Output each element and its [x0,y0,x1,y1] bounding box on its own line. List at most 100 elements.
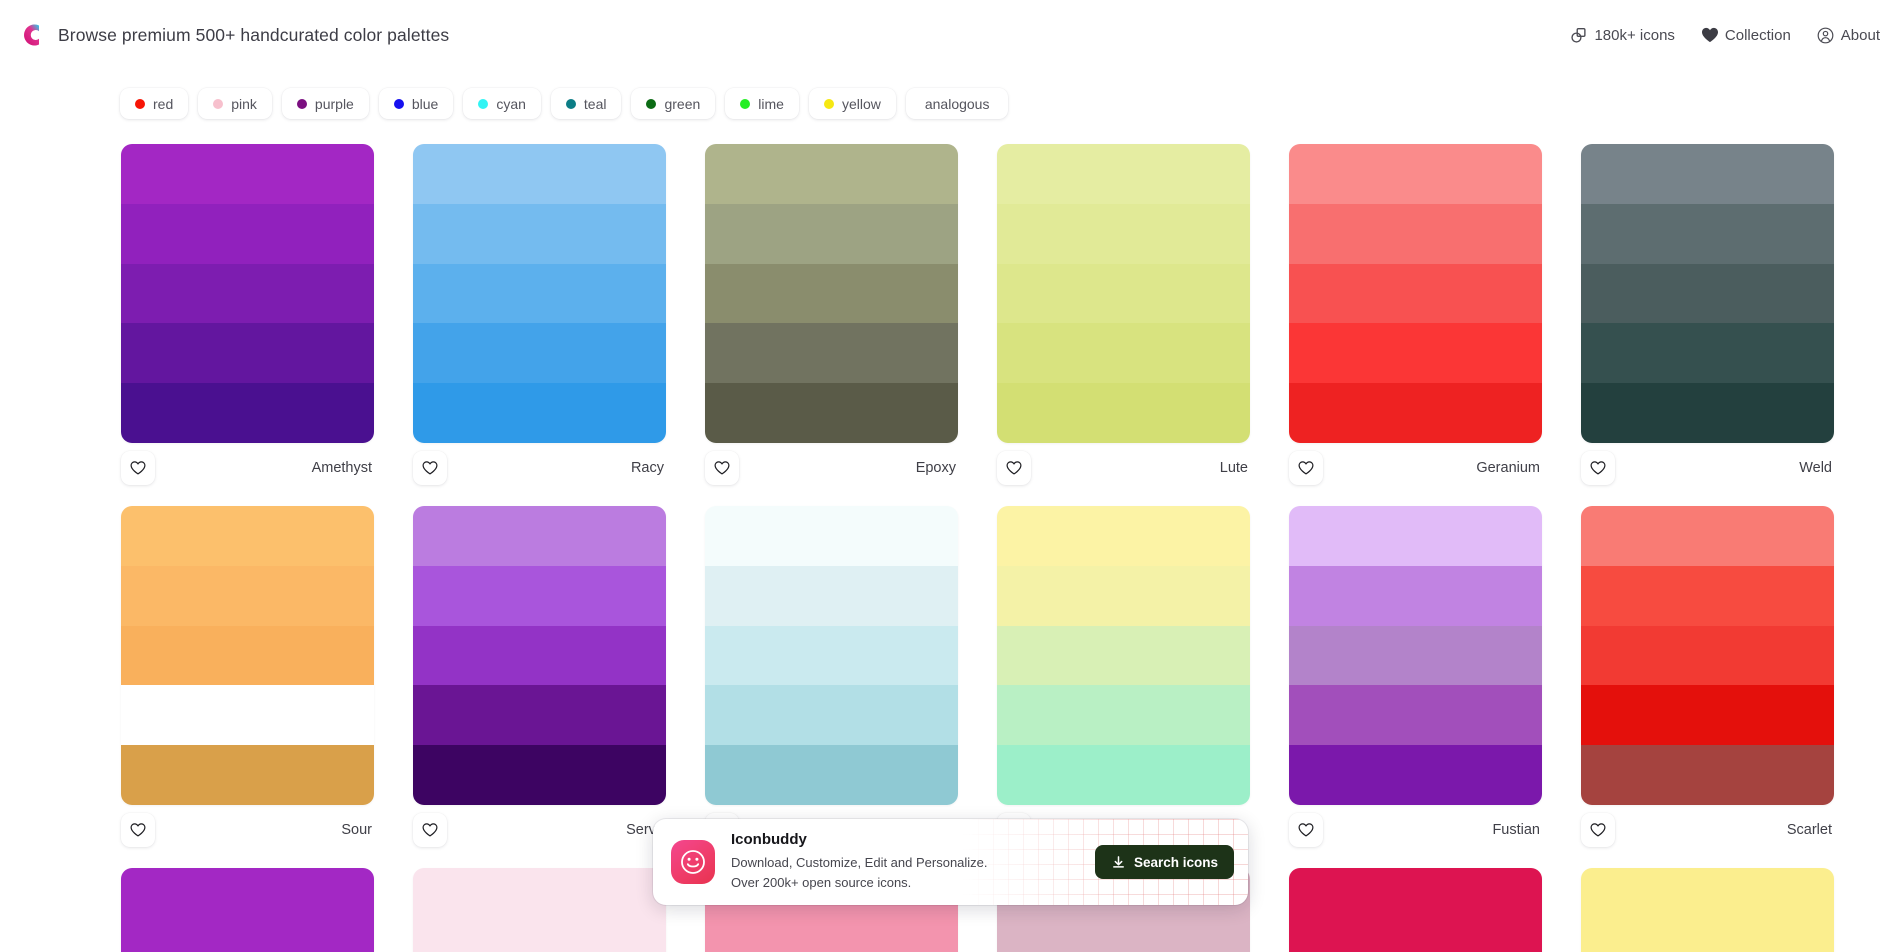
palette-swatch-band[interactable] [413,263,666,324]
palette-swatches[interactable] [1581,144,1834,443]
palette-swatch-band[interactable] [705,745,958,805]
palette-card[interactable] [705,506,958,849]
palette-swatch-band[interactable] [413,565,666,626]
palette-card[interactable] [121,868,374,952]
palette-swatches[interactable] [121,144,374,443]
filter-chip-blue[interactable]: blue [378,88,454,119]
palette-swatch-band[interactable] [413,868,666,952]
palette-swatch-band[interactable] [1581,263,1834,324]
palette-swatch-band[interactable] [121,144,374,204]
iconbuddy-promo-banner[interactable]: Iconbuddy Download, Customize, Edit and … [653,819,1248,905]
filter-chip-green[interactable]: green [631,88,716,119]
palette-swatch-band[interactable] [121,263,374,324]
filter-chip-cyan[interactable]: cyan [463,88,541,119]
palette-swatch-band[interactable] [1581,144,1834,204]
palette-swatch-band[interactable] [1581,745,1834,805]
palette-swatches[interactable] [413,868,666,952]
palette-swatch-band[interactable] [1289,506,1542,566]
palette-card[interactable] [997,506,1250,849]
filter-chip-lime[interactable]: lime [725,88,799,119]
palette-swatches[interactable] [1581,506,1834,805]
palette-swatch-band[interactable] [413,625,666,686]
palette-swatch-band[interactable] [705,685,958,746]
filter-chip-yellow[interactable]: yellow [808,88,896,119]
palette-swatch-band[interactable] [413,685,666,746]
palette-swatch-band[interactable] [997,625,1250,686]
nav-item-about[interactable]: About [1817,27,1880,44]
favorite-button[interactable] [1289,813,1323,847]
palette-swatch-band[interactable] [413,745,666,805]
palette-card[interactable] [1289,868,1542,952]
palette-card[interactable] [413,868,666,952]
palette-swatch-band[interactable] [1581,565,1834,626]
palette-swatch-band[interactable] [1581,868,1834,952]
palette-swatch-band[interactable] [413,144,666,204]
palette-swatches[interactable] [121,506,374,805]
palette-swatch-band[interactable] [705,144,958,204]
palette-swatches[interactable] [997,144,1250,443]
palette-swatch-band[interactable] [705,625,958,686]
palette-card[interactable]: Scarlet [1581,506,1834,849]
palette-swatch-band[interactable] [997,565,1250,626]
palette-swatches[interactable] [1581,868,1834,952]
palette-swatch-band[interactable] [121,383,374,443]
favorite-button[interactable] [1289,451,1323,485]
brand[interactable]: Browse premium 500+ handcurated color pa… [18,19,449,51]
palette-swatch-band[interactable] [413,383,666,443]
palette-swatches[interactable] [1289,506,1542,805]
palette-swatch-band[interactable] [1289,203,1542,264]
palette-card[interactable]: Epoxy [705,144,958,487]
palette-card[interactable]: Lute [997,144,1250,487]
palette-card[interactable]: Weld [1581,144,1834,487]
nav-item-collection[interactable]: Collection [1701,27,1791,44]
palette-swatch-band[interactable] [413,323,666,384]
palette-card[interactable]: Sour [121,506,374,849]
palette-swatch-band[interactable] [705,203,958,264]
favorite-button[interactable] [1581,813,1615,847]
search-icons-button[interactable]: Search icons [1094,845,1234,879]
palette-card[interactable]: Racy [413,144,666,487]
palette-swatches[interactable] [705,506,958,805]
palette-swatch-band[interactable] [121,506,374,566]
palette-card[interactable]: Geranium [1289,144,1542,487]
palette-swatches[interactable] [413,144,666,443]
palette-swatch-band[interactable] [1581,203,1834,264]
palette-swatch-band[interactable] [705,506,958,566]
palette-swatch-band[interactable] [1581,625,1834,686]
palette-swatches[interactable] [1289,144,1542,443]
palette-card[interactable]: Amethyst [121,144,374,487]
palette-swatch-band[interactable] [121,745,374,805]
palette-swatch-band[interactable] [1289,263,1542,324]
palette-swatch-band[interactable] [997,203,1250,264]
palette-swatch-band[interactable] [705,263,958,324]
palette-swatch-band[interactable] [1289,383,1542,443]
palette-swatch-band[interactable] [997,745,1250,805]
palette-swatch-band[interactable] [413,203,666,264]
palette-swatch-band[interactable] [1289,745,1542,805]
palette-swatch-band[interactable] [997,383,1250,443]
palette-swatch-band[interactable] [1581,323,1834,384]
favorite-button[interactable] [413,813,447,847]
palette-swatch-band[interactable] [121,565,374,626]
palette-swatch-band[interactable] [997,263,1250,324]
favorite-button[interactable] [121,813,155,847]
favorite-button[interactable] [997,451,1031,485]
palette-swatch-band[interactable] [705,565,958,626]
palette-swatch-band[interactable] [997,685,1250,746]
palette-swatches[interactable] [705,144,958,443]
filter-chip-teal[interactable]: teal [550,88,622,119]
palette-swatch-band[interactable] [1289,323,1542,384]
nav-item-icons[interactable]: 180k+ icons [1570,27,1675,44]
palette-swatch-band[interactable] [997,506,1250,566]
favorite-button[interactable] [705,451,739,485]
palette-swatch-band[interactable] [997,323,1250,384]
palette-swatch-band[interactable] [997,144,1250,204]
palette-swatch-band[interactable] [121,323,374,384]
favorite-button[interactable] [413,451,447,485]
palette-swatch-band[interactable] [705,383,958,443]
palette-swatch-band[interactable] [121,203,374,264]
filter-chip-analogous[interactable]: analogous [905,88,1009,119]
palette-swatch-band[interactable] [705,323,958,384]
palette-swatch-band[interactable] [1581,685,1834,746]
filter-chip-pink[interactable]: pink [198,88,272,119]
